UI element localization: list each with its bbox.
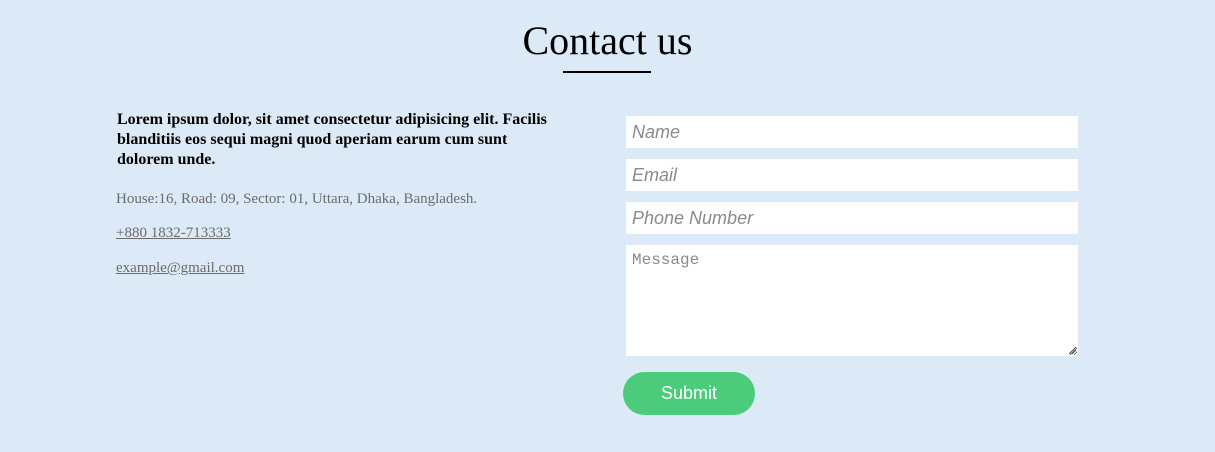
phone-number-input[interactable] <box>626 202 1078 234</box>
address-text: House:16, Road: 09, Sector: 01, Uttara, … <box>116 191 478 207</box>
email-input[interactable] <box>626 159 1078 191</box>
title-underline <box>563 71 651 73</box>
submit-button[interactable]: Submit <box>623 372 755 415</box>
phone-link[interactable]: +880 1832-713333 <box>116 224 231 242</box>
message-textarea[interactable] <box>626 245 1078 356</box>
name-input[interactable] <box>626 116 1078 148</box>
contact-intro-text: Lorem ipsum dolor, sit amet consectetur … <box>117 111 547 168</box>
email-link[interactable]: example@gmail.com <box>116 259 244 277</box>
page-title: Contact us <box>522 18 693 63</box>
